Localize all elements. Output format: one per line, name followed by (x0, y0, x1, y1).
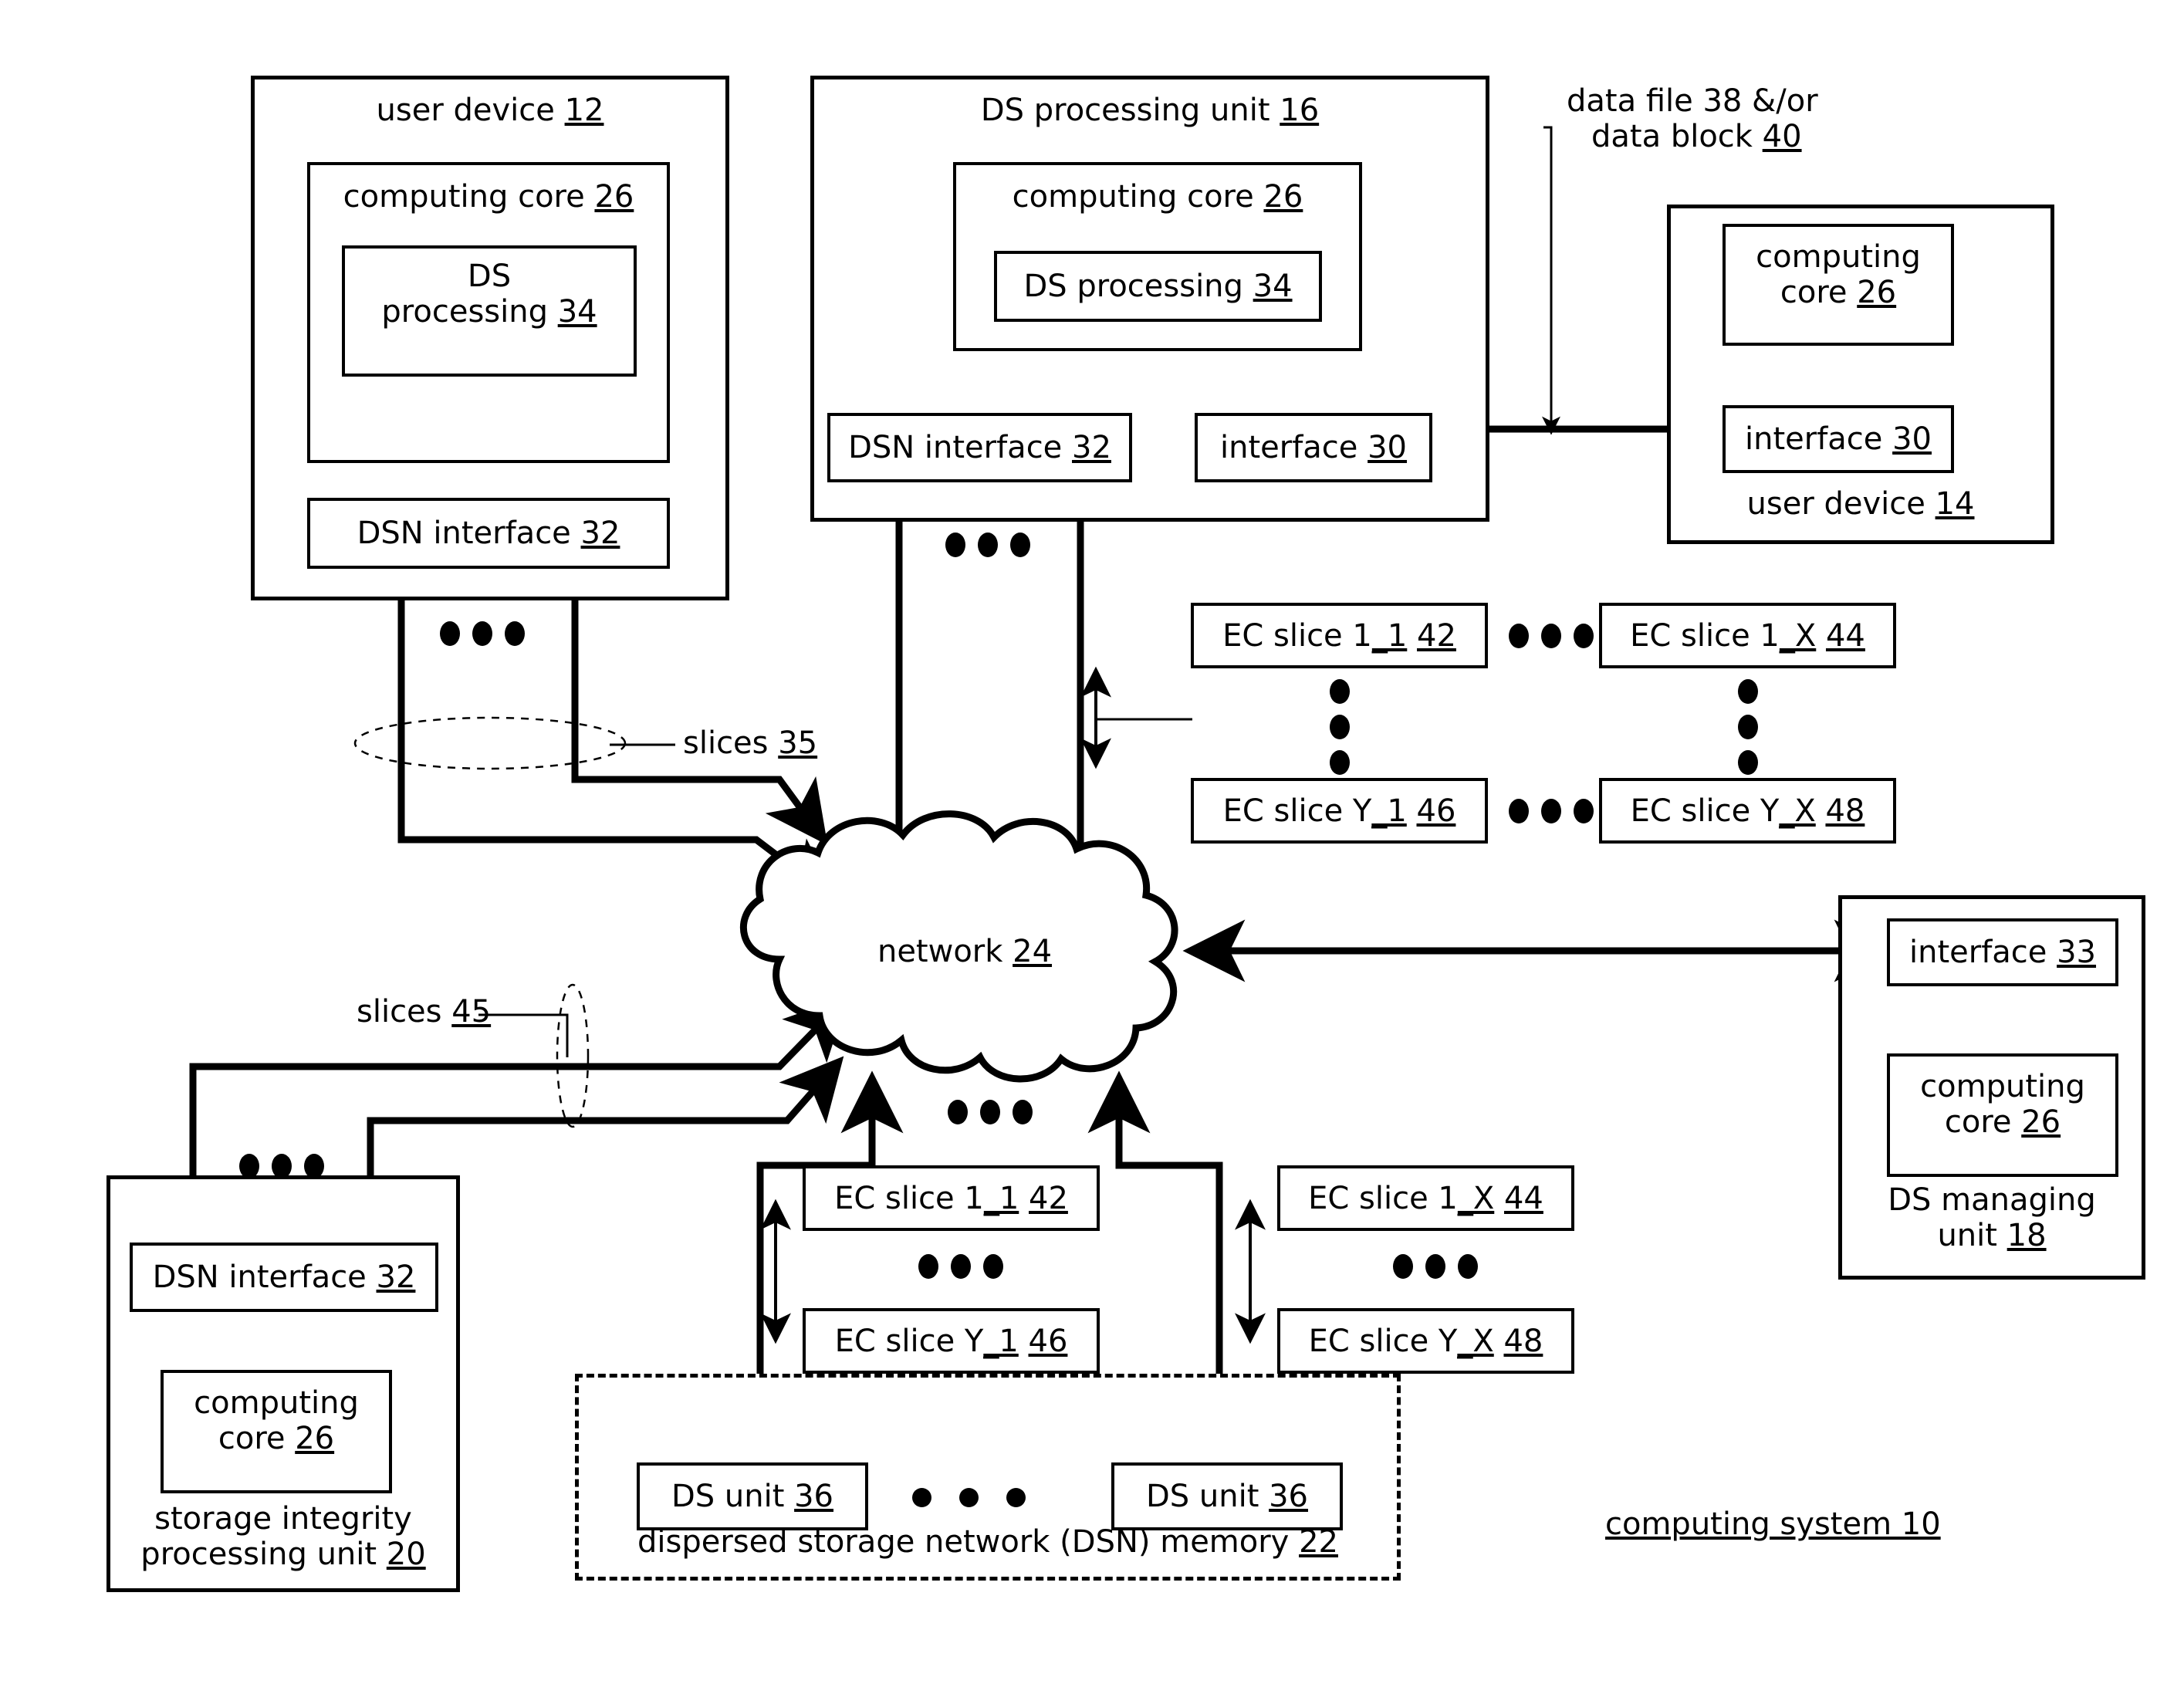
ellipsis-dots-ec-upper-col2 (1738, 679, 1758, 775)
ec-slice-1-1-box-upper: EC slice 1_1 42 (1191, 603, 1488, 668)
ec-slice-Y-X-box-upper: EC slice Y_X 48 (1599, 778, 1896, 844)
slices-35-label: slices 35 (683, 725, 817, 761)
ellipsis-dots-ec-upper-row1 (1509, 624, 1594, 648)
ds-managing-unit-18-line2: unit 18 (1937, 1218, 2047, 1253)
ds-processing-34-box-dspu16: DS processing 34 (994, 251, 1322, 322)
ds-processing-unit-16-title-text: DS processing unit 16 (980, 93, 1320, 128)
slices-35-text: slices 35 (683, 725, 818, 761)
data-file-38-text: data file 38 &/or (1567, 83, 1818, 119)
slices-45-text: slices 45 (357, 994, 492, 1030)
ellipsis-dots-dspu16 (945, 533, 1030, 557)
computing-core-26-label-dspu16: computing core 26 (953, 179, 1362, 215)
computing-core-26-text-dspu16: computing core 26 (1012, 179, 1303, 215)
computing-core-26-line1-dsmu18: computing (1920, 1069, 2085, 1104)
computing-system-10-text: computing system 10 (1605, 1506, 1941, 1542)
ec-slice-Y-1-box-upper: EC slice Y_1 46 (1191, 778, 1488, 844)
figure-canvas: user device 12 computing core 26 DS proc… (0, 0, 2184, 1694)
ec-slice-Y-X-text-lower: EC slice Y_X 48 (1308, 1323, 1543, 1359)
ellipsis-dots-ec-lower-right (1393, 1254, 1478, 1279)
ec-slice-Y-1-text-lower: EC slice Y_1 46 (834, 1323, 1068, 1359)
ec-slice-Y-X-text-upper: EC slice Y_X 48 (1630, 793, 1865, 829)
computing-core-26-line2-dsmu18: core 26 (1944, 1104, 2061, 1140)
dsn-interface-32-text-sipu20: DSN interface 32 (152, 1260, 416, 1295)
ellipsis-dots-ec-upper-col1 (1330, 679, 1350, 775)
network-24-label: network 24 (837, 934, 1092, 969)
interface-30-text-ud14: interface 30 (1744, 421, 1932, 457)
ds-processing-34-text-dspu16: DS processing 34 (1023, 269, 1293, 304)
interface-33-box: interface 33 (1887, 918, 2118, 986)
ellipsis-dots-ds-units (912, 1488, 1026, 1507)
ds-managing-unit-18-line1: DS managing (1888, 1182, 2096, 1218)
dsn-interface-32-text-dspu16: DSN interface 32 (848, 430, 1111, 465)
interface-30-box-ud14: interface 30 (1723, 405, 1954, 473)
ec-slice-1-1-text-lower: EC slice 1_1 42 (834, 1180, 1068, 1216)
ec-slice-1-1-box-lower: EC slice 1_1 42 (803, 1165, 1100, 1231)
ds-managing-unit-18-title: DS managing unit 18 (1838, 1182, 2145, 1253)
ellipsis-dots-network-bottom (948, 1100, 1033, 1124)
ec-slice-Y-X-box-lower: EC slice Y_X 48 (1277, 1308, 1574, 1374)
network-24-text: network 24 (877, 934, 1053, 969)
ds-unit-36-text-right: DS unit 36 (1145, 1479, 1309, 1514)
computing-core-26-label-dsmu18: computing core 26 (1887, 1069, 2118, 1140)
ellipsis-dots-ec-lower-left (918, 1254, 1003, 1279)
user-device-14-title: user device 14 (1667, 486, 2054, 522)
storage-integrity-unit-20-title: storage integrity processing unit 20 (106, 1501, 460, 1572)
data-file-block-label: data file 38 &/or data block 40 (1567, 83, 1818, 154)
data-block-40-text: data block 40 (1591, 119, 1802, 154)
ec-slice-1-X-box-lower: EC slice 1_X 44 (1277, 1165, 1574, 1231)
dsn-interface-32-box-sipu20: DSN interface 32 (130, 1243, 438, 1312)
ec-slice-1-X-box-upper: EC slice 1_X 44 (1599, 603, 1896, 668)
interface-30-text-dspu16: interface 30 (1219, 430, 1408, 465)
ds-unit-36-text-left: DS unit 36 (671, 1479, 834, 1514)
interface-33-text: interface 33 (1908, 935, 2097, 970)
dsn-memory-22-title: dispersed storage network (DSN) memory 2… (575, 1524, 1401, 1560)
computing-core-26-label-ud14: computing core 26 (1723, 239, 1954, 310)
ec-slice-Y-1-text-upper: EC slice Y_1 46 (1222, 793, 1456, 829)
ds-unit-36-box-right: DS unit 36 (1111, 1462, 1343, 1530)
storage-integrity-unit-20-line2: processing unit 20 (140, 1537, 426, 1572)
computing-core-26-line1-sipu20: computing (194, 1385, 359, 1421)
computing-core-26-line1-ud14: computing (1756, 239, 1921, 275)
ec-slice-1-X-text-lower: EC slice 1_X 44 (1308, 1180, 1543, 1216)
computing-system-10-label: computing system 10 (1605, 1506, 1941, 1542)
interface-30-box-dspu16: interface 30 (1195, 413, 1432, 482)
ec-slice-Y-1-box-lower: EC slice Y_1 46 (803, 1308, 1100, 1374)
ds-unit-36-box-left: DS unit 36 (637, 1462, 868, 1530)
user-device-14-title-text: user device 14 (1746, 486, 1975, 522)
computing-core-26-line2-sipu20: core 26 (218, 1421, 335, 1456)
computing-core-26-line2-ud14: core 26 (1780, 275, 1897, 310)
ec-slice-1-1-text-upper: EC slice 1_1 42 (1222, 617, 1456, 654)
ec-slice-1-X-text-upper: EC slice 1_X 44 (1630, 617, 1865, 654)
ds-processing-unit-16-title: DS processing unit 16 (810, 93, 1489, 128)
storage-integrity-unit-20-line1: storage integrity (154, 1501, 412, 1537)
ellipsis-dots-ec-upper-row2 (1509, 799, 1594, 823)
computing-core-26-label-sipu20: computing core 26 (161, 1385, 392, 1456)
slices-45-label: slices 45 (357, 994, 491, 1030)
dsn-memory-22-title-text: dispersed storage network (DSN) memory 2… (637, 1524, 1338, 1560)
dsn-interface-32-box-dspu16: DSN interface 32 (827, 413, 1132, 482)
